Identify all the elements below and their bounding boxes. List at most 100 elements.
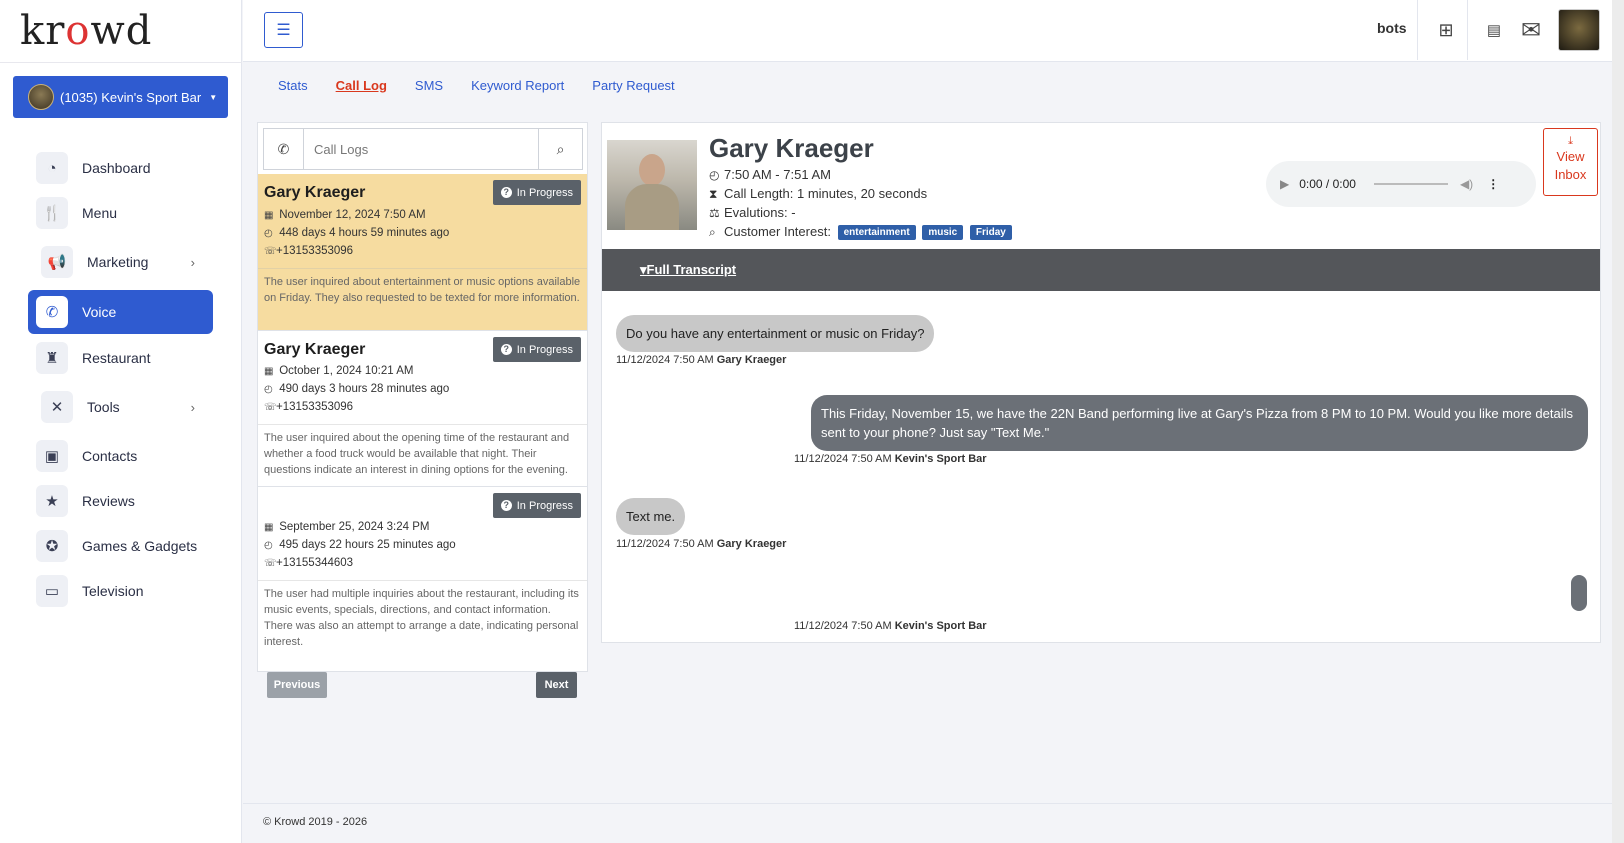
view-inbox-button[interactable]: ⤓ View Inbox xyxy=(1543,128,1598,196)
volume-icon[interactable]: ◀) xyxy=(1460,177,1473,191)
utensils-icon: 🍴 xyxy=(36,197,68,229)
account-label: (1035) Kevin's Sport Bar xyxy=(60,89,202,105)
audio-player: ▶ 0:00 / 0:00 ◀) ⋮ xyxy=(1266,161,1536,207)
top-bar: ☰ bots ⊞ ▤ ✉ ⋮ xyxy=(243,0,1624,62)
chef-icon: ♜ xyxy=(36,342,68,374)
question-circle-icon: ? xyxy=(500,187,512,198)
next-page-button[interactable]: Next xyxy=(536,672,577,698)
message-timestamp: 11/12/2024 7:50 AM Kevin's Sport Bar xyxy=(794,620,987,632)
sidebar-item-games-gadgets[interactable]: ✪ Games & Gadgets xyxy=(28,524,213,568)
caller-name: Gary Kraeger xyxy=(264,341,366,358)
clock-icon: ◴ xyxy=(709,168,720,182)
question-circle-icon: ? xyxy=(500,500,512,511)
tools-icon: ✕ xyxy=(41,391,73,423)
phone-voice-icon: ✆ xyxy=(36,296,68,328)
sidebar-item-dashboard[interactable]: ◔ Dashboard xyxy=(28,146,213,190)
sidebar-item-contacts[interactable]: ▣ Contacts xyxy=(28,434,213,478)
bots-button[interactable]: bots xyxy=(1377,20,1407,36)
account-selector-button[interactable]: (1035) Kevin's Sport Bar ▼ xyxy=(13,76,228,118)
star-icon: ★ xyxy=(36,485,68,517)
call-list-item[interactable]: Gary Kraeger ? In Progress ▦ October 1, 2… xyxy=(258,331,587,487)
call-list-item[interactable]: ? In Progress ▦ September 25, 2024 3:24 P… xyxy=(258,487,587,671)
search-icon[interactable]: ⌕ xyxy=(538,129,582,169)
call-summary: The user had multiple inquiries about th… xyxy=(258,580,587,650)
footer: © Krowd 2019 - 2026 xyxy=(243,803,1624,843)
voice-tabs: Stats Call Log SMS Keyword Report Party … xyxy=(278,78,703,93)
sidebar-item-tools[interactable]: ✕ Tools › xyxy=(28,385,213,429)
hamburger-menu-button[interactable]: ☰ xyxy=(264,12,303,48)
sidebar-item-reviews[interactable]: ★ Reviews xyxy=(28,479,213,523)
balance-scale-icon: ⚖ xyxy=(709,206,720,220)
apps-grid-icon[interactable]: ⊞ xyxy=(1433,12,1459,48)
chevron-right-icon: › xyxy=(190,399,195,415)
detail-caller-name: Gary Kraeger xyxy=(709,133,874,163)
call-age: ◴ 495 days 22 hours 25 minutes ago xyxy=(264,539,456,551)
megaphone-icon: 📢 xyxy=(41,246,73,278)
customer-interest: ⌕ Customer Interest: entertainment music … xyxy=(709,224,1012,240)
tab-call-log[interactable]: Call Log xyxy=(336,78,387,93)
transcript-message-user: Text me. xyxy=(616,498,686,535)
tab-stats[interactable]: Stats xyxy=(278,78,308,93)
krowd-logo[interactable]: krowd xyxy=(20,8,152,54)
audio-time: 0:00 / 0:00 xyxy=(1299,177,1356,191)
clock-icon: ◴ xyxy=(264,228,273,239)
call-date: ▦ October 1, 2024 10:21 AM xyxy=(264,365,414,377)
tab-sms[interactable]: SMS xyxy=(415,78,443,93)
call-log-list: ✆ ⌕ Gary Kraeger ?In Progress ▦ November… xyxy=(257,122,588,672)
sidebar-item-label: Contacts xyxy=(82,448,138,464)
call-evaluations: ⚖ Evalutions: - xyxy=(709,205,796,220)
medal-icon: ✪ xyxy=(36,530,68,562)
sidebar-item-label: Tools xyxy=(87,399,120,415)
interest-tag: music xyxy=(922,225,964,240)
transcript-message-user: Do you have any entertainment or music o… xyxy=(616,315,935,352)
message-timestamp: 11/12/2024 7:50 AM Kevin's Sport Bar xyxy=(794,453,987,465)
tv-icon: ▭ xyxy=(36,575,68,607)
more-vertical-icon[interactable]: ⋮ xyxy=(1487,177,1499,191)
user-avatar[interactable] xyxy=(1558,9,1600,51)
play-icon[interactable]: ▶ xyxy=(1280,177,1289,191)
sidebar-item-label: Menu xyxy=(82,205,118,221)
interest-tag: Friday xyxy=(969,225,1012,240)
question-circle-icon: ? xyxy=(500,344,512,355)
sidebar-item-label: Restaurant xyxy=(82,350,151,366)
full-transcript-toggle[interactable]: ▾Full Transcript xyxy=(640,262,736,278)
sidebar-item-restaurant[interactable]: ♜ Restaurant xyxy=(28,336,213,380)
clock-icon: ◴ xyxy=(264,384,273,395)
status-badge: ? In Progress xyxy=(492,493,581,518)
caller-photo xyxy=(607,140,697,230)
call-summary: The user inquired about the opening time… xyxy=(258,424,587,478)
document-icon[interactable]: ▤ xyxy=(1483,12,1505,48)
call-date: ▦ November 12, 2024 7:50 AM xyxy=(264,209,426,221)
account-avatar xyxy=(28,84,54,110)
transcript-scroll-handle[interactable] xyxy=(1571,575,1587,611)
interest-tag: entertainment xyxy=(837,225,916,240)
call-time-range: ◴ 7:50 AM - 7:51 AM xyxy=(709,167,831,182)
call-list-item[interactable]: Gary Kraeger ? In Progress ▦ November 12,… xyxy=(258,174,587,331)
sidebar-item-menu[interactable]: 🍴 Menu xyxy=(28,191,213,235)
transcript-message-bot: This Friday, November 15, we have the 22… xyxy=(811,395,1588,451)
previous-page-button[interactable]: Previous xyxy=(267,672,327,698)
clock-icon: ◴ xyxy=(264,540,273,551)
sidebar-item-voice[interactable]: ✆ Voice xyxy=(28,290,213,334)
sidebar-item-label: Games & Gadgets xyxy=(82,538,198,554)
phone-icon: ☏ xyxy=(264,558,277,569)
mail-open-icon[interactable]: ✉ xyxy=(1515,12,1547,48)
sidebar-item-television[interactable]: ▭ Television xyxy=(28,569,213,613)
tab-keyword-report[interactable]: Keyword Report xyxy=(471,78,564,93)
calendar-icon: ▦ xyxy=(264,366,274,377)
phone-icon: ✆ xyxy=(264,129,304,169)
phone-icon: ☏ xyxy=(264,246,277,257)
status-badge: ? In Progress xyxy=(492,180,581,205)
sidebar-item-marketing[interactable]: 📢 Marketing › xyxy=(28,240,213,284)
hourglass-icon: ⧗ xyxy=(709,187,718,201)
message-timestamp: 11/12/2024 7:50 AM Gary Kraeger xyxy=(616,354,787,366)
sidebar-item-label: Reviews xyxy=(82,493,135,509)
audio-progress-slider[interactable] xyxy=(1373,183,1448,185)
topbar-divider xyxy=(1467,0,1468,60)
tab-party-request[interactable]: Party Request xyxy=(592,78,674,93)
search-icon: ⌕ xyxy=(709,225,716,239)
speedometer-icon: ◔ xyxy=(36,152,68,184)
phone-icon: ☏ xyxy=(264,402,277,413)
call-log-search-input[interactable] xyxy=(304,129,538,169)
topbar-divider xyxy=(1417,0,1418,60)
